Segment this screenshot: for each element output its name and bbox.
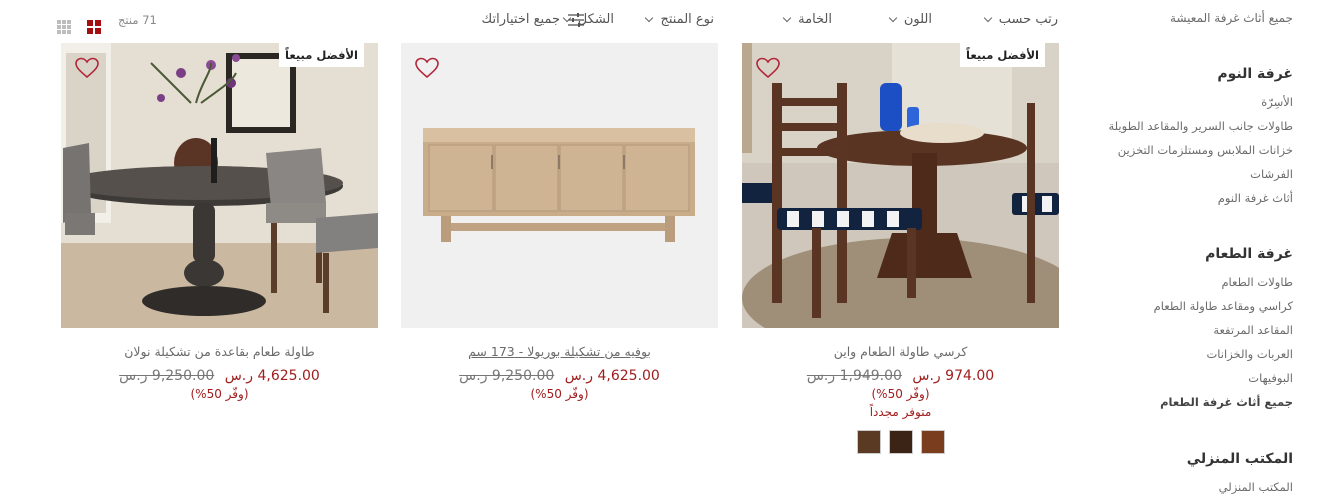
price-row: 4,625.00 ر.س 9,250.00 ر.س <box>61 368 378 384</box>
grid-3-columns-icon[interactable] <box>57 20 71 34</box>
original-price: 9,250.00 ر.س <box>119 368 215 384</box>
sidebar-item[interactable]: البوفيهات <box>1154 366 1293 390</box>
filter-color-dropdown[interactable]: اللون <box>888 8 932 32</box>
product-card[interactable]: الأفضل مبيعاً كرسي طاولة الطعام واين 974… <box>742 43 1059 454</box>
sidebar-item[interactable]: أثاث غرفة النوم <box>1108 186 1293 210</box>
price-row: 4,625.00 ر.س 9,250.00 ر.س <box>401 368 718 384</box>
product-title[interactable]: كرسي طاولة الطعام واين <box>742 344 1059 359</box>
sidebar-group-dining: غرفة الطعام طاولات الطعام كراسي ومقاعد ط… <box>1154 246 1293 414</box>
sidebar-item[interactable]: المكتب المنزلي <box>1187 475 1293 494</box>
sort-dropdown[interactable]: رتب حسب <box>983 8 1058 32</box>
original-price: 9,250.00 ر.س <box>459 368 555 384</box>
sidebar-item[interactable]: العربات والخزانات <box>1154 342 1293 366</box>
bestseller-badge: الأفضل مبيعاً <box>960 43 1045 67</box>
product-image[interactable]: الأفضل مبيعاً <box>742 43 1059 328</box>
product-image[interactable]: الأفضل مبيعاً <box>61 43 378 328</box>
sidebar-item[interactable]: الفرشات <box>1108 162 1293 186</box>
chevron-down-icon <box>782 13 792 23</box>
chevron-down-icon <box>645 13 654 23</box>
sale-price: 4,625.00 ر.س <box>224 368 320 384</box>
sidebar-item[interactable]: طاولات جانب السرير والمقاعد الطويلة <box>1108 114 1293 138</box>
sidebar-item-all-dining[interactable]: جميع أثاث غرفة الطعام <box>1154 390 1293 414</box>
filter-label: اللون <box>903 12 932 27</box>
price-row: 974.00 ر.س 1,949.00 ر.س <box>742 368 1059 384</box>
dining-table-photo <box>61 43 378 328</box>
sidebar-group-title: غرفة النوم <box>1217 66 1293 82</box>
product-card[interactable]: بوفيه من تشكيلة بوريولا - 173 سم 4,625.0… <box>401 43 718 401</box>
restock-label: متوفر مجدداً <box>869 405 932 419</box>
chevron-down-icon <box>983 13 993 23</box>
wishlist-heart-icon[interactable] <box>756 57 780 79</box>
product-image[interactable] <box>401 43 718 328</box>
product-title[interactable]: طاولة طعام بقاعدة من تشكيلة نولان <box>61 344 378 359</box>
sidebar-item[interactable]: خزانات الملابس ومستلزمات التخزين <box>1108 138 1293 162</box>
filter-product-type-dropdown[interactable]: نوع المنتج <box>645 8 714 32</box>
product-card[interactable]: الأفضل مبيعاً طاولة طعام بقاعدة من تشكيل… <box>61 43 378 401</box>
original-price: 1,949.00 ر.س <box>806 368 902 384</box>
filter-label: نوع المنتج <box>660 12 714 27</box>
sidebar-item[interactable]: طاولات الطعام <box>1154 270 1293 294</box>
wishlist-heart-icon[interactable] <box>75 57 99 79</box>
all-filters-button[interactable]: جميع اختياراتك <box>482 8 584 32</box>
sort-label: رتب حسب <box>998 12 1058 27</box>
color-swatch[interactable] <box>856 430 881 454</box>
savings-label: (وفّر 50%) <box>871 387 930 401</box>
sidebar-group-bedroom: غرفة النوم الأسِرّة طاولات جانب السرير و… <box>1108 66 1293 210</box>
savings-label: (وفّر 50%) <box>530 387 589 401</box>
filter-material-dropdown[interactable]: الخامة <box>782 8 832 32</box>
sidebar-item[interactable]: المقاعد المرتفعة <box>1154 318 1293 342</box>
savings-label: (وفّر 50%) <box>190 387 249 401</box>
wishlist-heart-icon[interactable] <box>415 57 439 79</box>
sale-price: 4,625.00 ر.س <box>564 368 660 384</box>
sidebar-link-living-room[interactable]: جميع أثاث غرفة المعيشة <box>1170 11 1293 25</box>
sidebar-group-office: المكتب المنزلي المكتب المنزلي <box>1187 451 1293 494</box>
sidebar-group-title: المكتب المنزلي <box>1186 451 1293 467</box>
bestseller-badge: الأفضل مبيعاً <box>279 43 364 67</box>
sidebar-item[interactable]: الأسِرّة <box>1108 90 1293 114</box>
sliders-icon <box>568 13 584 27</box>
color-swatch[interactable] <box>920 430 945 454</box>
sideboard-photo <box>401 43 718 328</box>
product-title[interactable]: بوفيه من تشكيلة بوريولا - 173 سم <box>401 344 718 359</box>
color-swatch[interactable] <box>888 430 913 454</box>
filter-toolbar: رتب حسب اللون الخامة نوع المنتج الشكل جم… <box>0 8 1080 34</box>
color-swatches <box>742 430 1059 454</box>
dining-chairs-photo <box>742 43 1059 328</box>
filter-label: الخامة <box>798 12 832 27</box>
chevron-down-icon <box>888 13 898 23</box>
product-count: 71 منتج <box>118 13 157 27</box>
sidebar-item[interactable]: كراسي ومقاعد طاولة الطعام <box>1154 294 1293 318</box>
sale-price: 974.00 ر.س <box>912 368 995 384</box>
sidebar-group-title: غرفة الطعام <box>1205 246 1293 262</box>
all-filters-label: جميع اختياراتك <box>481 12 560 27</box>
grid-2-columns-icon[interactable] <box>87 20 101 34</box>
